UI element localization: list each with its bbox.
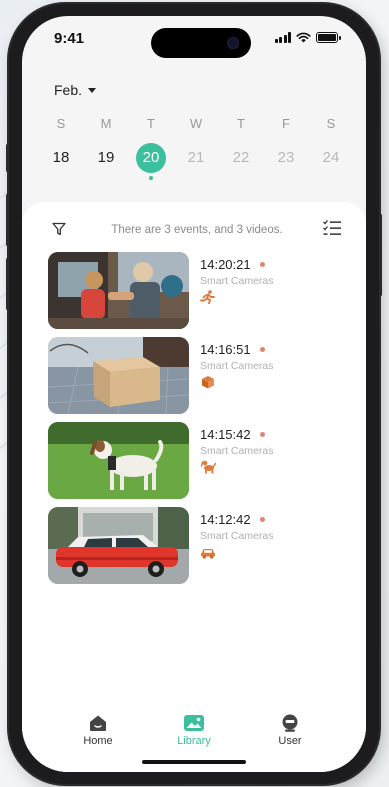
event-item[interactable]: 14:16:51 Smart Cameras (48, 337, 348, 415)
cellular-signal-icon (274, 32, 291, 43)
power-button (379, 214, 382, 296)
unread-dot (259, 517, 265, 522)
date-cell-selected[interactable]: 20 (136, 143, 166, 173)
weekday-label: S (326, 116, 336, 131)
events-summary: There are 3 events, and 3 videos. (111, 224, 283, 236)
event-time: 14:20:21 (200, 257, 251, 272)
person-running-icon (200, 290, 215, 305)
weekday-label: F (282, 116, 290, 131)
tab-label: Library (177, 735, 211, 747)
tab-label: Home (83, 735, 113, 747)
wifi-icon (296, 32, 311, 43)
phone-frame: 9:41 Feb. S M T W T F S 18 19 20 21 22 2… (6, 4, 382, 784)
event-thumbnail-pet[interactable] (48, 422, 189, 499)
checklist-icon[interactable] (322, 219, 342, 237)
date-cell[interactable]: 19 (91, 143, 121, 173)
volume-up-button (6, 194, 9, 246)
month-selector[interactable]: Feb. (54, 82, 97, 98)
event-thumbnail-car[interactable] (48, 507, 189, 584)
event-source: Smart Cameras (200, 360, 274, 372)
date-cell[interactable]: 21 (181, 143, 211, 173)
event-item[interactable]: 14:15:42 Smart Cameras (48, 422, 348, 500)
weekday-label: T (147, 116, 155, 131)
unread-dot (259, 347, 265, 352)
weekday-label: S (56, 116, 66, 131)
tab-home[interactable]: Home (68, 714, 128, 772)
weekday-label: M (100, 116, 112, 131)
event-time: 14:12:42 (200, 512, 251, 527)
date-cell[interactable]: 23 (271, 143, 301, 173)
home-icon (90, 715, 106, 731)
week-calendar: S M T W T F S 18 19 20 21 22 23 24 (46, 116, 346, 180)
status-time: 9:41 (54, 30, 85, 47)
weekday-label: W (189, 116, 203, 131)
month-label: Feb. (54, 82, 83, 98)
events-panel: There are 3 events, and 3 videos. 14:20:… (22, 202, 366, 772)
event-time: 14:16:51 (200, 342, 251, 357)
tab-user[interactable]: User (260, 714, 320, 772)
unread-dot (259, 432, 265, 437)
filter-icon[interactable] (52, 222, 66, 236)
event-source: Smart Cameras (200, 530, 274, 542)
unread-dot (259, 262, 265, 267)
tab-label: User (278, 735, 302, 747)
caret-down-icon (88, 88, 97, 93)
date-cell[interactable]: 24 (316, 143, 346, 173)
image-icon (184, 715, 204, 731)
volume-down-button (6, 258, 9, 310)
user-icon (282, 714, 298, 732)
package-icon (202, 376, 214, 389)
pet-icon (200, 460, 217, 474)
weekday-label: T (237, 116, 245, 131)
event-item[interactable]: 14:12:42 Smart Cameras (48, 507, 348, 585)
home-indicator[interactable] (142, 760, 246, 764)
event-item[interactable]: 14:20:21 Smart Cameras (48, 252, 348, 330)
date-cell[interactable]: 18 (46, 143, 76, 173)
event-source: Smart Cameras (200, 275, 274, 287)
event-time: 14:15:42 (200, 427, 251, 442)
event-thumbnail-package[interactable] (48, 337, 189, 414)
car-icon (201, 549, 215, 559)
event-source: Smart Cameras (200, 445, 274, 457)
mute-switch (6, 144, 9, 172)
dynamic-island (151, 28, 251, 58)
has-events-dot (149, 176, 153, 180)
event-thumbnail-person[interactable] (48, 252, 189, 329)
app-screen: 9:41 Feb. S M T W T F S 18 19 20 21 22 2… (22, 16, 366, 772)
event-list: 14:20:21 Smart Cameras 14:16:51 Smart Ca… (48, 252, 348, 592)
battery-icon (316, 32, 341, 43)
date-cell[interactable]: 22 (226, 143, 256, 173)
status-bar: 9:41 (22, 16, 366, 60)
tab-bar: Home Library User (22, 708, 366, 772)
